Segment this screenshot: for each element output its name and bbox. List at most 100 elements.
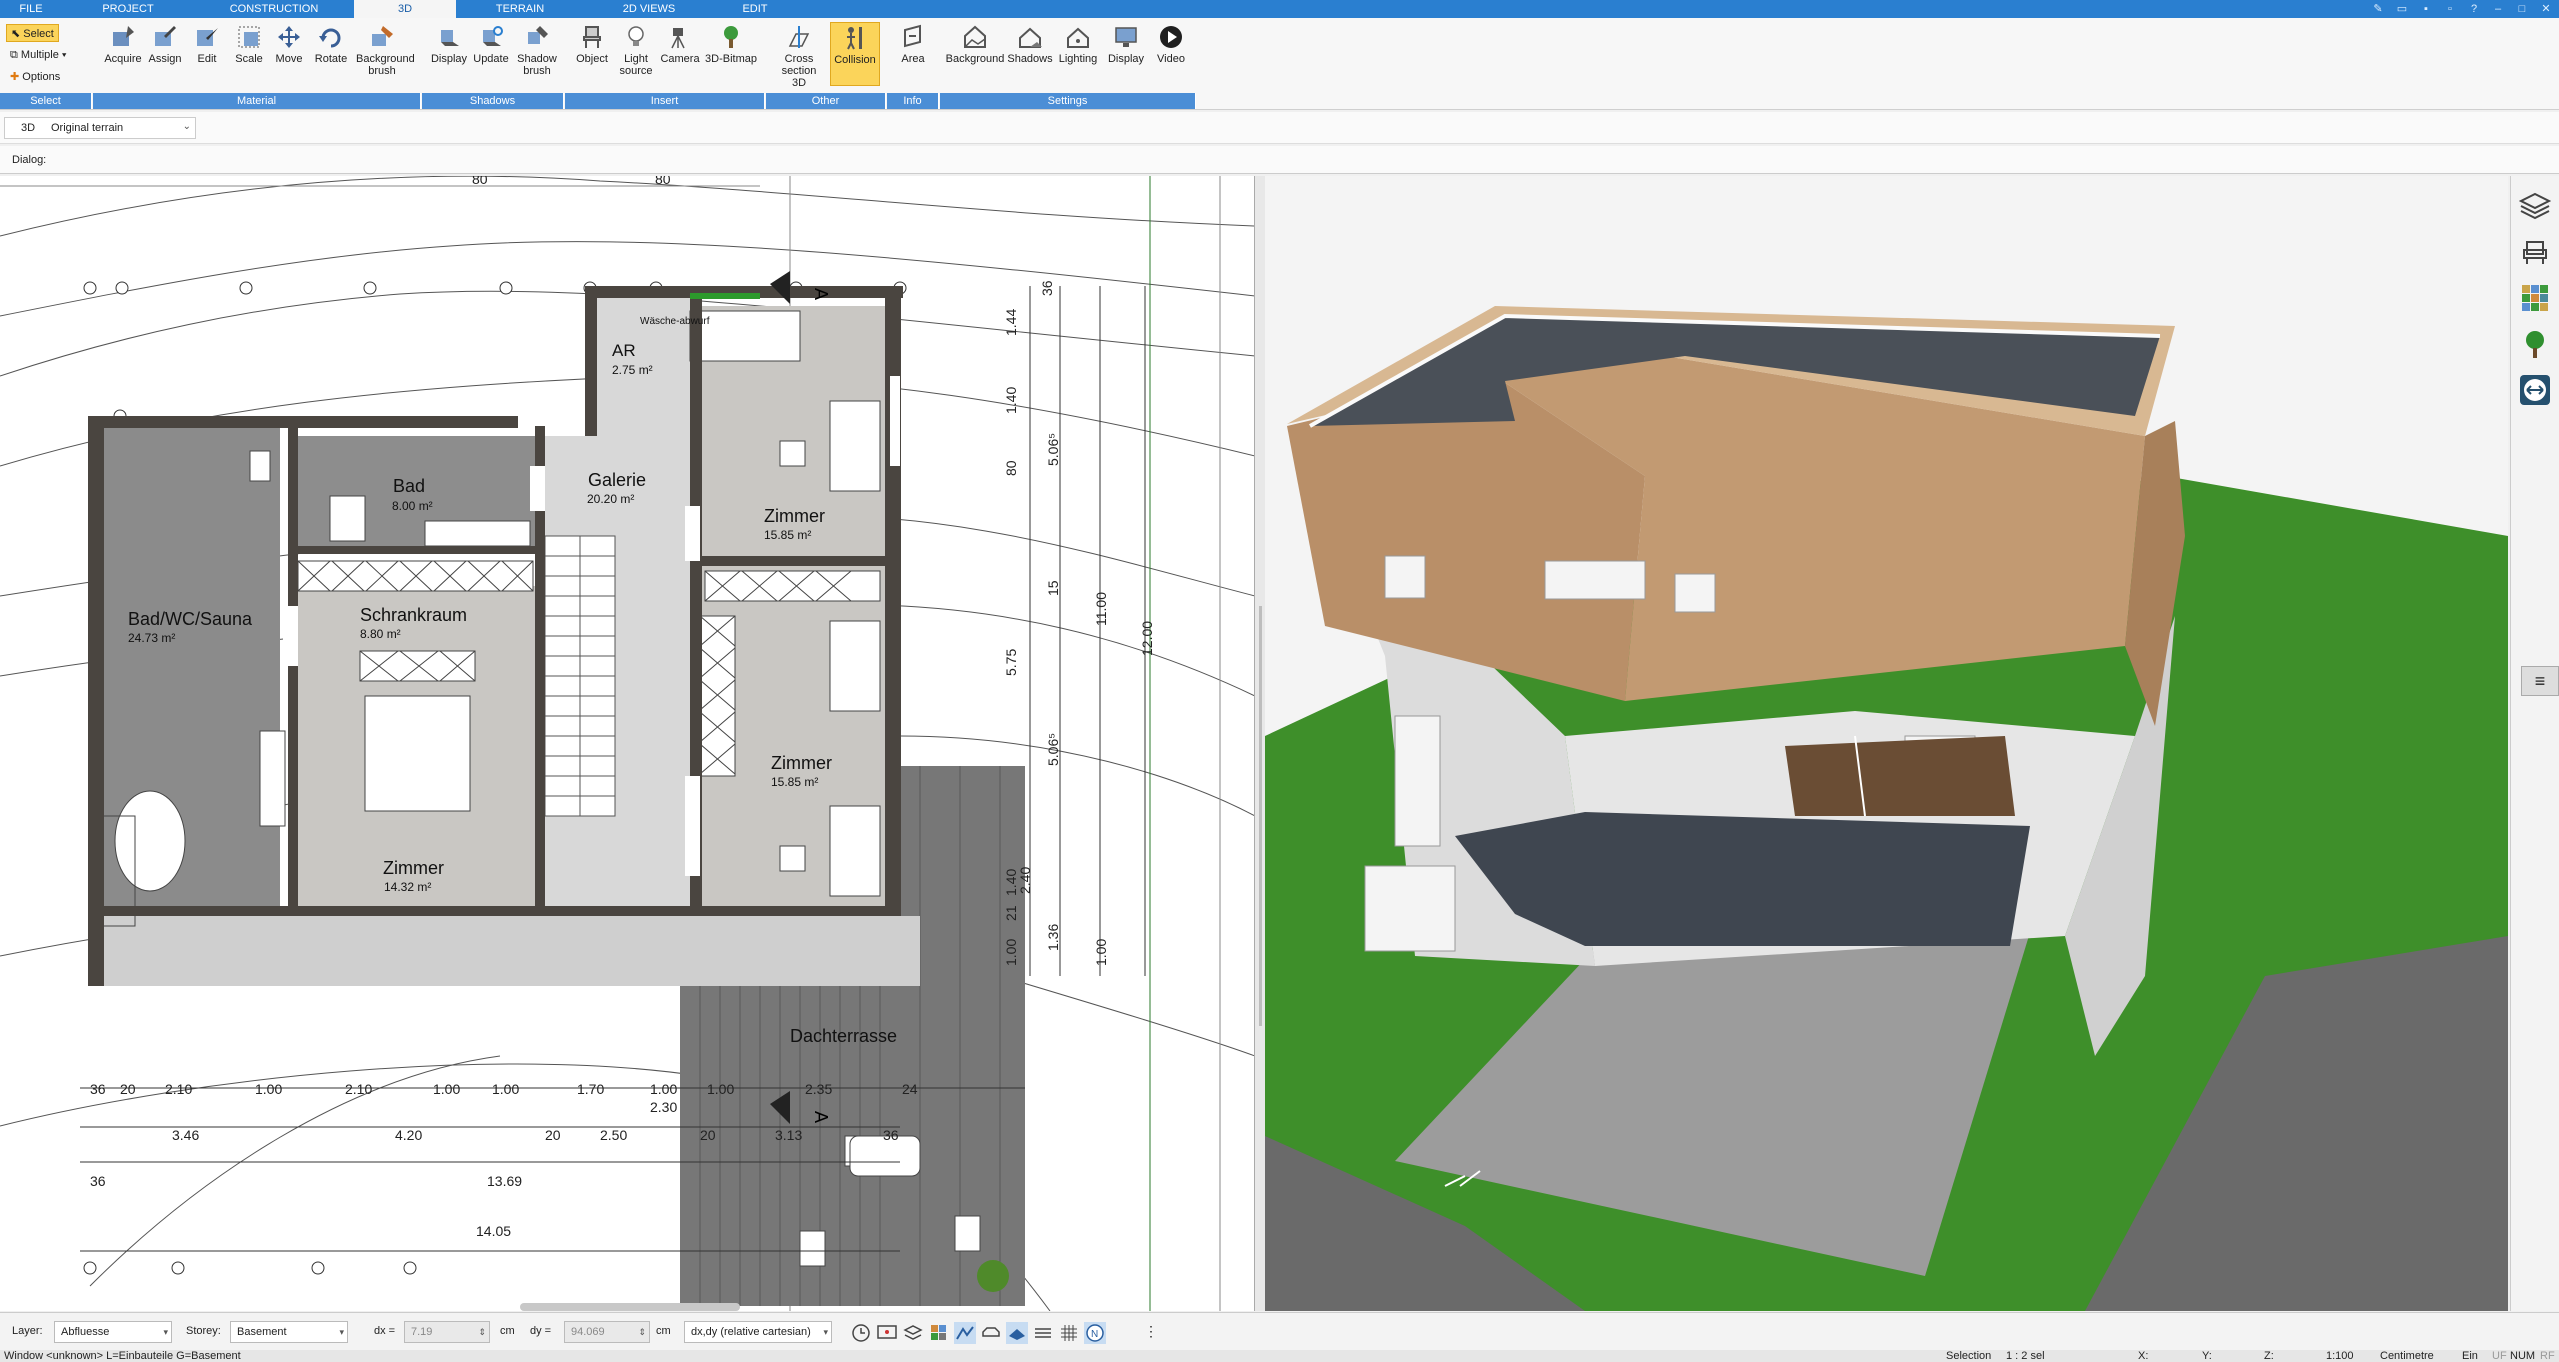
window-icon[interactable]: ▫ xyxy=(2443,2,2457,16)
floor-plan-view[interactable]: A A AR 2.75 m² Wäsche-abwurf Bad 8.00 m²… xyxy=(0,176,1255,1311)
monitor-small-icon[interactable] xyxy=(876,1322,898,1344)
tools-icon[interactable]: ✎ xyxy=(2371,2,2385,16)
multiple-button[interactable]: ⧉ Multiple ▾ xyxy=(6,46,71,64)
dim-right-b5: 1.00 xyxy=(1093,939,1109,966)
palette-small-icon[interactable] xyxy=(928,1322,950,1344)
grid-icon[interactable] xyxy=(1058,1322,1080,1344)
layer-select[interactable]: Abfluesse ▾ xyxy=(54,1321,172,1343)
z-coordinate: Z: xyxy=(2264,1350,2274,1362)
wall-ar-west xyxy=(585,286,597,436)
plan-vertical-scrollbar[interactable] xyxy=(1259,606,1262,1026)
edit-material-button[interactable]: Edit xyxy=(183,24,231,65)
more-options-icon[interactable]: ⋮ xyxy=(1144,1323,1158,1340)
area-icon xyxy=(904,24,921,48)
object-button[interactable]: Object xyxy=(569,24,615,65)
camera-icon xyxy=(671,28,685,49)
collision-button[interactable]: Collision xyxy=(830,22,880,86)
coordinate-mode-select[interactable]: dx,dy (relative cartesian) ▾ xyxy=(684,1321,832,1343)
background-brush-button[interactable]: Background brush xyxy=(349,24,415,77)
dim-row2-3: 20 xyxy=(545,1127,561,1143)
tab-construction[interactable]: CONSTRUCTION xyxy=(194,0,354,18)
plane-icon[interactable] xyxy=(1006,1322,1028,1344)
floor-plan-drawing[interactable]: A A AR 2.75 m² Wäsche-abwurf Bad 8.00 m²… xyxy=(0,176,1255,1311)
close-icon[interactable]: ✕ xyxy=(2539,2,2553,16)
storey-label: Storey: xyxy=(186,1325,221,1337)
tab-3d[interactable]: 3D xyxy=(354,0,456,18)
bed xyxy=(364,695,471,812)
dim-row2-1: 3.46 xyxy=(172,1127,199,1143)
minimize-icon[interactable]: ▪ xyxy=(2419,2,2433,16)
dim-row1-5: 2.10 xyxy=(345,1081,372,1097)
display-settings-button[interactable]: Display xyxy=(1100,24,1152,65)
help-icon[interactable]: ? xyxy=(2467,2,2481,16)
car-icon[interactable] xyxy=(980,1322,1002,1344)
dim-row1-8: 1.70 xyxy=(577,1081,604,1097)
max-window-icon[interactable]: □ xyxy=(2515,2,2529,16)
terrain-select[interactable]: 3D Original terrain ⌄ xyxy=(4,117,196,139)
stepper-icon[interactable]: ⇕ xyxy=(638,1322,646,1342)
tab-file[interactable]: FILE xyxy=(0,0,62,18)
plant-icon[interactable] xyxy=(2519,328,2551,360)
snap-icon[interactable] xyxy=(954,1322,976,1344)
rotate-icon xyxy=(319,28,341,48)
light-source-button[interactable]: Light source xyxy=(613,24,659,77)
options-button[interactable]: ✚ Options xyxy=(6,68,64,86)
layers-icon[interactable] xyxy=(2519,190,2551,222)
dx-input[interactable]: 7.19 ⇕ xyxy=(404,1321,490,1343)
scale-readout: 1:100 xyxy=(2326,1350,2354,1362)
area-button[interactable]: Area xyxy=(889,24,937,65)
ribbon: ⬉ Select ⧉ Multiple ▾ ✚ Options Select A… xyxy=(0,18,2559,110)
dy-label: dy = xyxy=(530,1325,552,1337)
room-zimmer1-name: Zimmer xyxy=(764,506,825,526)
dim-row1-12: 24 xyxy=(902,1081,918,1097)
plus-icon: ✚ xyxy=(10,71,20,83)
select-button[interactable]: ⬉ Select xyxy=(6,24,59,42)
dimension-tool-icon[interactable] xyxy=(2519,374,2551,406)
green-marker xyxy=(690,293,760,299)
lighting-button[interactable]: Lighting xyxy=(1052,24,1104,65)
terrain-value: Original terrain xyxy=(51,122,124,134)
plan-horizontal-scrollbar[interactable] xyxy=(520,1303,740,1311)
dy-input[interactable]: 94.069 ⇕ xyxy=(564,1321,650,1343)
rotate-button[interactable]: Rotate xyxy=(307,24,355,65)
view-mode-label: 3D xyxy=(21,122,36,134)
camera-button[interactable]: Camera xyxy=(657,24,703,65)
min-window-icon[interactable]: – xyxy=(2491,2,2505,16)
storey-select[interactable]: Basement ▾ xyxy=(230,1321,348,1343)
room-ar-name: AR xyxy=(612,341,636,360)
tab-edit[interactable]: EDIT xyxy=(714,0,796,18)
tab-terrain[interactable]: TERRAIN xyxy=(456,0,584,18)
shadows-settings-button[interactable]: Shadows xyxy=(1004,24,1056,65)
clock-icon[interactable] xyxy=(850,1322,872,1344)
assign-button[interactable]: Assign xyxy=(141,24,189,65)
shadow-brush-button[interactable]: Shadow brush xyxy=(512,24,562,77)
north-icon[interactable]: N xyxy=(1084,1322,1106,1344)
3d-view[interactable] xyxy=(1265,176,2508,1311)
shadows-group: Display Update Shadow brush Shadows xyxy=(422,18,564,109)
move-button[interactable]: Move xyxy=(265,24,313,65)
display-shadows-button[interactable]: Display xyxy=(426,24,472,65)
materials-palette-icon[interactable] xyxy=(2519,282,2551,314)
side-panel-toggle[interactable]: ≡ xyxy=(2521,666,2559,696)
multiple-icon: ⧉ xyxy=(10,49,18,61)
insert-group-label: Insert xyxy=(565,93,765,109)
restore-icon[interactable]: ▭ xyxy=(2395,2,2409,16)
sink xyxy=(424,520,531,547)
dim-right-b3: 2.40 xyxy=(1017,867,1033,894)
acquire-button[interactable]: Acquire xyxy=(99,24,147,65)
stepper-icon[interactable]: ⇕ xyxy=(478,1322,486,1342)
layers-small-icon[interactable] xyxy=(902,1322,924,1344)
dim-right-a10: 1.00 xyxy=(1003,939,1019,966)
tab-2d-views[interactable]: 2D VIEWS xyxy=(584,0,714,18)
cross-section-3d-button[interactable]: Cross section 3D xyxy=(774,24,824,89)
room-zimmer3-name: Zimmer xyxy=(383,858,444,878)
background-button[interactable]: Background xyxy=(944,24,1006,65)
dim-right-a2: 1.44 xyxy=(1003,309,1019,336)
video-button[interactable]: Video xyxy=(1148,24,1194,65)
lines-icon[interactable] xyxy=(1032,1322,1054,1344)
tab-project[interactable]: PROJECT xyxy=(62,0,194,18)
armchair-icon[interactable] xyxy=(2519,236,2551,268)
3d-scene[interactable] xyxy=(1265,176,2508,1311)
3d-bitmap-button[interactable]: 3D-Bitmap xyxy=(701,24,761,65)
update-shadows-button[interactable]: Update xyxy=(468,24,514,65)
